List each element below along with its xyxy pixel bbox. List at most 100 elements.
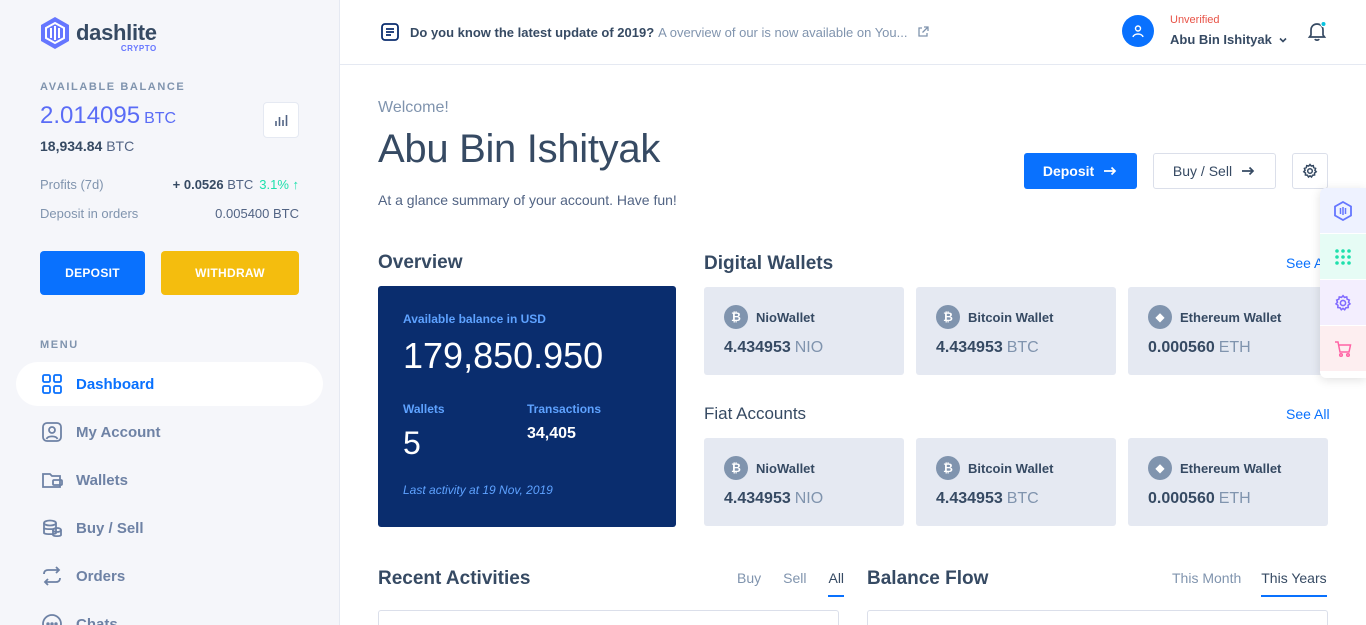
recent-activities-panel — [378, 610, 839, 625]
wallet-name: Ethereum Wallet — [1180, 460, 1282, 476]
available-balance: 2.014095 BTC — [40, 102, 176, 130]
user-icon — [1132, 24, 1144, 37]
chevron-down-icon — [1279, 37, 1287, 43]
balance-btc: 2.014095 — [40, 102, 141, 129]
balance-unit: BTC — [144, 110, 177, 127]
wallet-amount: 4.434953 — [724, 339, 791, 356]
wallet-card[interactable]: ◆ Ethereum Wallet 0.000560 ETH — [1128, 287, 1328, 375]
available-balance-label: AVAILABLE BALANCE — [40, 81, 186, 93]
menu-label: MENU — [40, 339, 79, 351]
logo-icon — [1334, 200, 1352, 221]
cart-button[interactable] — [1320, 326, 1366, 372]
sidebar-item-label: My Account — [76, 423, 161, 441]
recent-activities-tabs: Buy Sell All — [737, 570, 845, 597]
balance-usd: 18,934.84 — [40, 138, 103, 154]
demo-button[interactable] — [1320, 188, 1366, 234]
wallet-card[interactable]: ₿ Bitcoin Wallet 4.434953 BTC — [916, 287, 1116, 375]
avatar[interactable] — [1122, 14, 1154, 47]
repeat-icon — [40, 564, 64, 588]
balance-secondary: 18,934.84 BTC — [40, 138, 134, 154]
bitcoin-icon: ₿ — [724, 305, 748, 329]
sidebar-item-buy-sell[interactable]: Buy / Sell — [16, 506, 323, 550]
sidebar-menu: Dashboard My Account Wallets Buy / Sell … — [16, 362, 323, 625]
sidebar-withdraw-button[interactable]: WITHDRAW — [161, 251, 299, 295]
wallet-unit: NIO — [794, 339, 824, 356]
news-text: A overview of our is now available on Yo… — [658, 24, 908, 40]
wallet-icon — [40, 468, 64, 492]
wallet-card[interactable]: ₿ NioWallet 4.434953 NIO — [704, 287, 904, 375]
deposit-button[interactable]: Deposit — [1024, 153, 1137, 189]
sidebar-item-label: Orders — [76, 567, 126, 585]
sidebar-item-dashboard[interactable]: Dashboard — [16, 362, 323, 406]
fiat-accounts-see-all[interactable]: See All — [1286, 406, 1330, 422]
fiat-accounts-title: Fiat Accounts — [704, 404, 807, 423]
balance-flow-tabs: This Month This Years — [1172, 570, 1327, 597]
fiat-card[interactable]: ₿ NioWallet 4.434953 NIO — [704, 438, 904, 526]
profits-unit: BTC — [227, 177, 254, 192]
bar-chart-icon — [275, 115, 288, 126]
profits-change: 3.1% ↑ — [259, 177, 299, 192]
buy-sell-button[interactable]: Buy / Sell — [1153, 153, 1276, 189]
sidebar-item-label: Buy / Sell — [76, 519, 144, 537]
floating-toolbar — [1320, 188, 1366, 378]
profits-label: Profits (7d) — [40, 177, 104, 192]
user-name: Abu Bin Ishityak — [1170, 31, 1272, 47]
tab-all[interactable]: All — [828, 570, 845, 597]
bitcoin-icon: ₿ — [936, 456, 960, 480]
ethereum-icon: ◆ — [1148, 456, 1172, 480]
overview-title: Overview — [378, 252, 463, 273]
arrow-right-icon — [1104, 166, 1117, 176]
balance-flow-title: Balance Flow — [867, 568, 989, 589]
transactions-label: Transactions — [527, 402, 602, 416]
sidebar-item-label: Chats — [76, 615, 118, 625]
orders-row: Deposit in orders 0.005400 BTC — [40, 206, 299, 221]
page-description: At a glance summary of your account. Hav… — [378, 192, 677, 208]
orders-value: 0.005400 BTC — [215, 206, 299, 221]
profits-value: + 0.0526 — [172, 177, 224, 192]
deposit-button-label: Deposit — [1042, 163, 1095, 179]
wallet-amount: 0.000560 — [1148, 490, 1215, 507]
page-title: Abu Bin Ishityak — [378, 127, 661, 171]
news-title: Do you know the latest update of 2019? — [410, 24, 655, 40]
external-link-icon[interactable] — [917, 26, 930, 38]
sidebar-item-label: Wallets — [76, 471, 128, 489]
tab-this-years[interactable]: This Years — [1261, 570, 1327, 597]
grid-icon — [1335, 248, 1351, 265]
buy-sell-button-label: Buy / Sell — [1172, 163, 1233, 179]
tab-sell[interactable]: Sell — [783, 570, 806, 597]
fiat-card[interactable]: ₿ Bitcoin Wallet 4.434953 BTC — [916, 438, 1116, 526]
transactions-value: 34,405 — [527, 425, 576, 442]
wallet-amount: 4.434953 — [936, 490, 1003, 507]
sidebar-item-chats[interactable]: Chats — [16, 602, 323, 625]
chart-button[interactable] — [263, 102, 299, 138]
available-usd-label: Available balance in USD — [403, 312, 546, 326]
available-usd-value: 179,850.950 — [403, 335, 604, 376]
wallet-name: Bitcoin Wallet — [968, 460, 1054, 476]
logo-icon — [41, 17, 69, 49]
user-menu[interactable]: Unverified Abu Bin Ishityak — [1122, 14, 1290, 47]
tab-buy[interactable]: Buy — [737, 570, 761, 597]
sidebar-deposit-button[interactable]: DEPOSIT — [40, 251, 145, 295]
apps-button[interactable] — [1320, 234, 1366, 280]
bell-icon — [1307, 20, 1327, 41]
top-header: Do you know the latest update of 2019? A… — [340, 0, 1366, 65]
sidebar-item-wallets[interactable]: Wallets — [16, 458, 323, 502]
news-banner[interactable]: Do you know the latest update of 2019? A… — [380, 22, 930, 42]
user-icon — [40, 420, 64, 444]
wallet-amount: 4.434953 — [724, 490, 791, 507]
notifications-button[interactable] — [1306, 20, 1328, 42]
brand-name: dashlite — [76, 20, 157, 45]
main-content: Welcome! Abu Bin Ishityak At a glance su… — [340, 65, 1366, 625]
gear-icon — [1302, 163, 1318, 179]
tab-this-month[interactable]: This Month — [1172, 570, 1241, 597]
settings-button[interactable] — [1292, 153, 1328, 189]
fiat-card[interactable]: ◆ Ethereum Wallet 0.000560 ETH — [1128, 438, 1328, 526]
sidebar-item-my-account[interactable]: My Account — [16, 410, 323, 454]
logo[interactable]: dashlite CRYPTO — [40, 16, 157, 53]
user-status: Unverified — [1170, 14, 1220, 26]
cart-icon — [1335, 340, 1352, 357]
wallet-name: Bitcoin Wallet — [968, 309, 1054, 325]
sidebar-item-orders[interactable]: Orders — [16, 554, 323, 598]
settings-panel-button[interactable] — [1320, 280, 1366, 326]
coins-icon — [40, 516, 64, 540]
